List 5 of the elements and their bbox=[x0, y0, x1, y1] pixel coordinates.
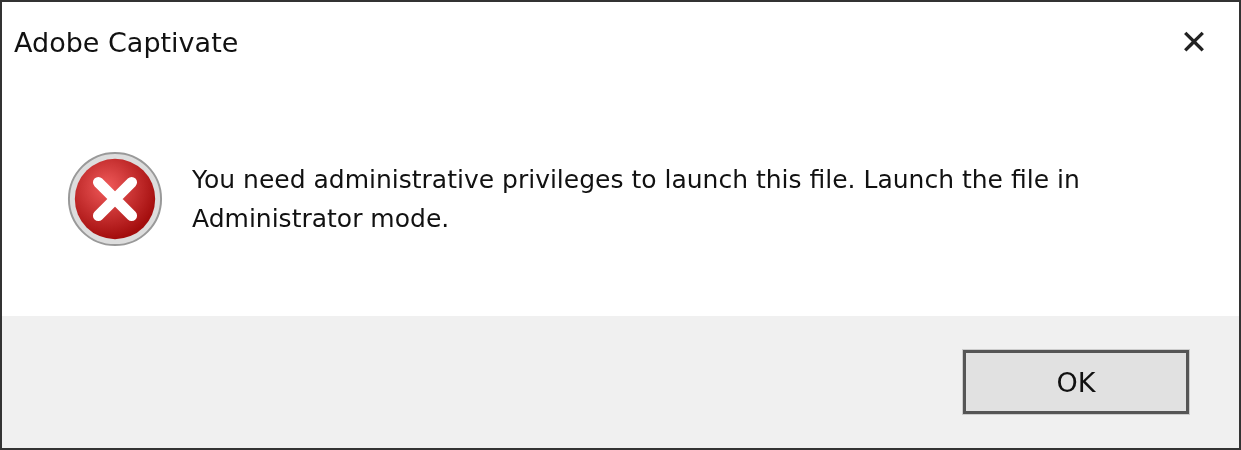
ok-button[interactable]: OK bbox=[963, 350, 1189, 414]
close-button[interactable]: ✕ bbox=[1149, 7, 1239, 77]
error-icon bbox=[66, 150, 164, 248]
error-message: You need administrative privileges to launch this file. Launch the file in Administrator mode. bbox=[192, 164, 1081, 235]
window-title: Adobe Captivate bbox=[14, 26, 239, 58]
